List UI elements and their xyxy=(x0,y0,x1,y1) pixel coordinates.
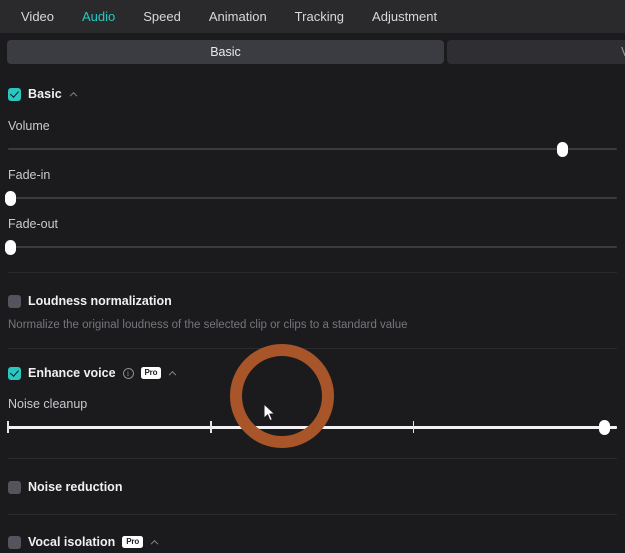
pro-badge-enhance-voice[interactable]: Pro xyxy=(140,367,162,379)
toggle-row-enhance-voice[interactable]: Enhance voice i Pro xyxy=(0,361,625,385)
slider-row-noise-cleanup: Noise cleanup xyxy=(0,385,625,435)
tab-audio[interactable]: Audio xyxy=(68,0,129,33)
info-icon-enhance-voice[interactable]: i xyxy=(122,367,134,379)
description-loudness-normalization: Normalize the original loudness of the s… xyxy=(8,319,408,331)
slider-rail-noise-cleanup xyxy=(8,426,617,429)
tab-video[interactable]: Video xyxy=(7,0,68,33)
slider-rail-volume xyxy=(8,148,617,150)
chevron-up-icon-basic[interactable] xyxy=(69,90,78,99)
toggle-row-loudness-normalization[interactable]: Loudness normalization xyxy=(0,289,625,313)
checkbox-noise-reduction[interactable] xyxy=(8,480,21,494)
slider-track-fade-in[interactable] xyxy=(4,191,617,206)
slider-row-fade-in: Fade-in xyxy=(0,156,625,206)
tab-animation[interactable]: Animation xyxy=(195,0,281,33)
slider-row-fade-out: Fade-out xyxy=(0,205,625,255)
slider-track-volume[interactable] xyxy=(8,142,617,157)
slider-knob-noise-cleanup[interactable] xyxy=(599,420,611,435)
slider-label-fade-out: Fade-out xyxy=(8,217,59,231)
segmented-tab-bar: Basic V xyxy=(0,33,625,70)
toggle-row-vocal-isolation[interactable]: Vocal isolation Pro xyxy=(0,530,625,553)
slider-label-fade-in: Fade-in xyxy=(8,168,51,182)
slider-knob-fade-in[interactable] xyxy=(4,191,16,206)
slider-track-fade-out[interactable] xyxy=(4,240,617,255)
top-tab-bar: Video Audio Speed Animation Tracking Adj… xyxy=(0,0,625,33)
tab-adjustment[interactable]: Adjustment xyxy=(358,0,451,33)
tab-speed[interactable]: Speed xyxy=(129,0,195,33)
pro-badge-vocal-isolation[interactable]: Pro xyxy=(122,536,144,548)
section-header-basic[interactable]: Basic xyxy=(0,81,625,107)
slider-knob-fade-out[interactable] xyxy=(4,240,16,255)
chevron-up-icon-vocal-isolation[interactable] xyxy=(150,538,159,547)
tab-tracking[interactable]: Tracking xyxy=(281,0,358,33)
audio-settings-panel: Basic Volume Fade-in Fade-out Loudness n xyxy=(0,81,625,553)
slider-rail-fade-in xyxy=(8,197,617,199)
label-loudness-normalization: Loudness normalization xyxy=(28,294,172,308)
slider-tick-2 xyxy=(210,421,212,433)
slider-track-noise-cleanup[interactable] xyxy=(7,420,617,435)
checkbox-enhance-voice[interactable] xyxy=(8,366,21,380)
slider-label-noise-cleanup: Noise cleanup xyxy=(8,397,88,411)
slider-row-volume: Volume xyxy=(0,107,625,157)
slider-tick-1 xyxy=(7,421,9,433)
slider-knob-volume[interactable] xyxy=(556,142,568,157)
checkbox-vocal-isolation[interactable] xyxy=(8,535,21,549)
toggle-row-noise-reduction[interactable]: Noise reduction xyxy=(0,475,625,499)
slider-rail-fade-out xyxy=(8,246,617,248)
chevron-up-icon-enhance-voice[interactable] xyxy=(168,369,177,378)
slider-tick-3 xyxy=(412,421,415,433)
segment-secondary[interactable]: V xyxy=(447,39,625,64)
label-noise-reduction: Noise reduction xyxy=(28,480,123,494)
segment-basic[interactable]: Basic xyxy=(7,39,444,64)
section-title-basic: Basic xyxy=(28,87,62,101)
checkbox-basic[interactable] xyxy=(8,87,21,101)
label-enhance-voice: Enhance voice xyxy=(28,366,116,380)
slider-label-volume: Volume xyxy=(8,119,50,133)
checkbox-loudness-normalization[interactable] xyxy=(8,294,21,308)
label-vocal-isolation: Vocal isolation xyxy=(28,535,116,549)
